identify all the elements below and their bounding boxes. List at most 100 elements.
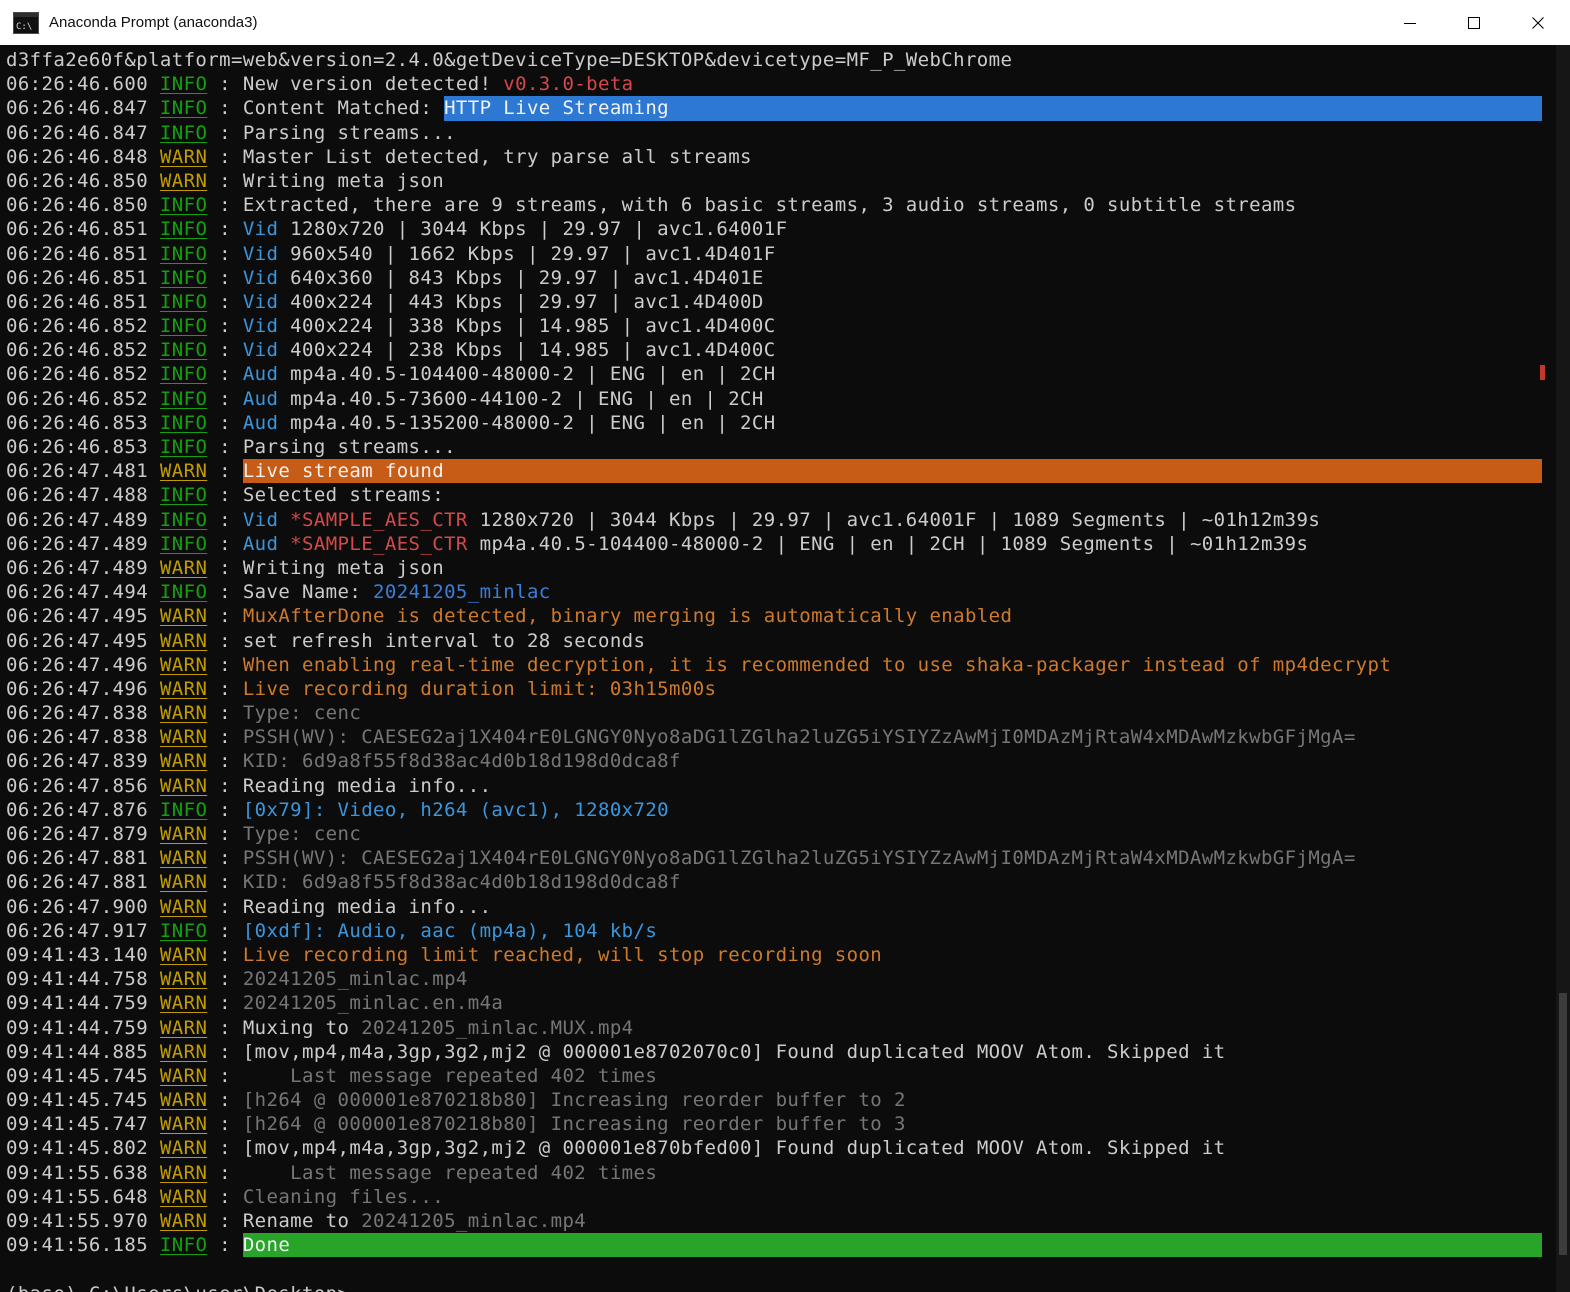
scrollbar-thumb[interactable] (1559, 992, 1567, 1255)
log-text: Writing meta json (242, 169, 445, 192)
log-timestamp: 06:26:46.851 (6, 242, 160, 265)
log-level-badge: WARN (159, 847, 208, 870)
log-message: Vid 400x224 | 238 Kbps | 14.985 | avc1.4… (243, 338, 1542, 362)
log-timestamp: 06:26:47.495 (6, 629, 160, 652)
titlebar: C:\ Anaconda Prompt (anaconda3) (0, 0, 1570, 45)
log-separator: : (207, 943, 243, 966)
log-timestamp: 06:26:47.489 (6, 532, 160, 555)
log-timestamp: 06:26:47.881 (6, 847, 160, 870)
log-timestamp: 09:41:44.758 (6, 968, 160, 991)
terminal[interactable]: d3ffa2e60f&platform=web&version=2.4.0&ge… (0, 45, 1570, 1292)
log-separator: : (207, 387, 243, 410)
log-level-badge: INFO (159, 339, 208, 362)
red-edge-marker (1540, 365, 1545, 380)
log-separator: : (207, 169, 243, 192)
terminal-line: 06:26:47.496 WARN : Live recording durat… (6, 677, 1542, 701)
terminal-line: 06:26:46.853 INFO : Parsing streams... (6, 435, 1542, 459)
log-text: Writing meta json (242, 556, 445, 579)
log-text: 400x224 | 238 Kbps | 14.985 | avc1.4D400… (290, 339, 776, 362)
log-text: *SAMPLE_AES_CTR (290, 532, 468, 555)
terminal-line: 06:26:47.856 WARN : Reading media info..… (6, 774, 1542, 798)
terminal-line: 09:41:45.745 WARN : [h264 @ 000001e87021… (6, 1088, 1542, 1112)
terminal-line: 06:26:47.879 WARN : Type: cenc (6, 822, 1542, 846)
log-message: KID: 6d9a8f55f8d38ac4d0b18d198d0dca8f (243, 870, 1542, 894)
log-level-badge: INFO (159, 1234, 208, 1257)
log-text: Aud (242, 532, 291, 555)
log-separator: : (207, 581, 243, 604)
log-separator: : (207, 339, 243, 362)
terminal-line: 06:26:47.900 WARN : Reading media info..… (6, 895, 1542, 919)
log-text: Reading media info... (242, 895, 492, 918)
terminal-line: 09:41:55.648 WARN : Cleaning files... (6, 1185, 1542, 1209)
log-text: Aud (242, 387, 291, 410)
log-message: Writing meta json (243, 169, 1542, 193)
log-timestamp: 06:26:47.917 (6, 919, 160, 942)
terminal-line: 06:26:46.853 INFO : Aud mp4a.40.5-135200… (6, 411, 1542, 435)
log-message: Parsing streams... (243, 121, 1542, 145)
log-separator: : (207, 97, 243, 120)
log-highlighted-message: HTTP Live Streaming (444, 96, 1542, 121)
terminal-line: 09:41:45.745 WARN : Last message repeate… (6, 1064, 1542, 1088)
log-message: Master List detected, try parse all stre… (243, 145, 1542, 169)
log-separator: : (207, 460, 243, 483)
terminal-line: (base) C:\Users\user\Desktop> (6, 1282, 1542, 1292)
terminal-line: 09:41:55.970 WARN : Rename to 20241205_m… (6, 1209, 1542, 1233)
log-timestamp: 06:26:46.847 (6, 121, 160, 144)
maximize-button[interactable] (1442, 0, 1506, 45)
log-message: Vid 1280x720 | 3044 Kbps | 29.97 | avc1.… (243, 217, 1542, 241)
log-separator: : (207, 653, 243, 676)
log-timestamp: 06:26:46.852 (6, 339, 160, 362)
terminal-line: 06:26:47.488 INFO : Selected streams: (6, 483, 1542, 507)
log-message: New version detected! v0.3.0-beta (243, 72, 1542, 96)
log-level-badge: INFO (159, 411, 208, 434)
log-text: 1280x720 | 3044 Kbps | 29.97 | avc1.6400… (467, 508, 1321, 531)
log-text: [mov,mp4,m4a,3gp,3g2,mj2 @ 000001e870207… (242, 1040, 1226, 1063)
log-separator: : (207, 73, 243, 96)
log-level-badge: WARN (159, 1161, 208, 1184)
terminal-line: 09:41:55.638 WARN : Last message repeate… (6, 1161, 1542, 1185)
scrollbar[interactable] (1556, 45, 1570, 1292)
log-text: Save Name: (242, 581, 374, 604)
log-level-badge: INFO (159, 290, 208, 313)
log-highlighted-message: Done (242, 1233, 1542, 1258)
log-level-badge: WARN (159, 1210, 208, 1232)
log-timestamp: 06:26:47.495 (6, 605, 160, 628)
log-message: [mov,mp4,m4a,3gp,3g2,mj2 @ 000001e870207… (243, 1040, 1542, 1064)
window-controls (1378, 0, 1570, 45)
log-message: Live recording duration limit: 03h15m00s (243, 677, 1542, 701)
log-separator: : (207, 1185, 243, 1208)
log-message: Reading media info... (243, 774, 1542, 798)
log-message: d3ffa2e60f&platform=web&version=2.4.0&ge… (6, 48, 1542, 72)
terminal-line: 06:26:46.850 WARN : Writing meta json (6, 169, 1542, 193)
log-text: Parsing streams... (242, 121, 456, 144)
log-separator: : (207, 702, 243, 725)
close-button[interactable] (1506, 0, 1570, 45)
terminal-line: 06:26:46.850 INFO : Extracted, there are… (6, 193, 1542, 217)
log-level-badge: WARN (159, 895, 208, 918)
log-text: mp4a.40.5-104400-48000-2 | ENG | en | 2C… (290, 363, 776, 386)
log-timestamp: 09:41:55.648 (6, 1185, 160, 1208)
terminal-line: 09:41:56.185 INFO : Done (6, 1233, 1542, 1258)
log-level-badge: INFO (159, 242, 208, 265)
log-text: Live recording duration limit: 03h15m00s (242, 677, 717, 700)
terminal-line: 06:26:46.852 INFO : Aud mp4a.40.5-104400… (6, 362, 1542, 386)
log-level-badge: WARN (159, 1016, 208, 1039)
log-level-badge: INFO (159, 387, 208, 410)
log-level-badge: WARN (159, 1089, 208, 1112)
log-text: PSSH(WV): CAESEG2aj1X404rE0LGNGY0Nyo8aDG… (242, 847, 1356, 870)
log-separator: : (207, 774, 243, 797)
log-level-badge: INFO (159, 315, 208, 338)
terminal-line: 06:26:46.847 INFO : Parsing streams... (6, 121, 1542, 145)
log-level-badge: WARN (159, 605, 208, 628)
log-text: New version detected! (242, 73, 504, 96)
log-separator: : (207, 242, 243, 265)
log-message: [h264 @ 000001e870218b80] Increasing reo… (243, 1088, 1542, 1112)
terminal-line: 06:26:47.881 WARN : PSSH(WV): CAESEG2aj1… (6, 846, 1542, 870)
log-level-badge: WARN (159, 823, 208, 845)
log-separator: : (207, 629, 243, 652)
log-highlighted-message: Live stream found (242, 459, 1542, 484)
minimize-button[interactable] (1378, 0, 1442, 45)
terminal-line: 06:26:47.839 WARN : KID: 6d9a8f55f8d38ac… (6, 749, 1542, 773)
log-text: [mov,mp4,m4a,3gp,3g2,mj2 @ 000001e870bfe… (242, 1137, 1226, 1160)
log-text: Vid (242, 339, 291, 362)
